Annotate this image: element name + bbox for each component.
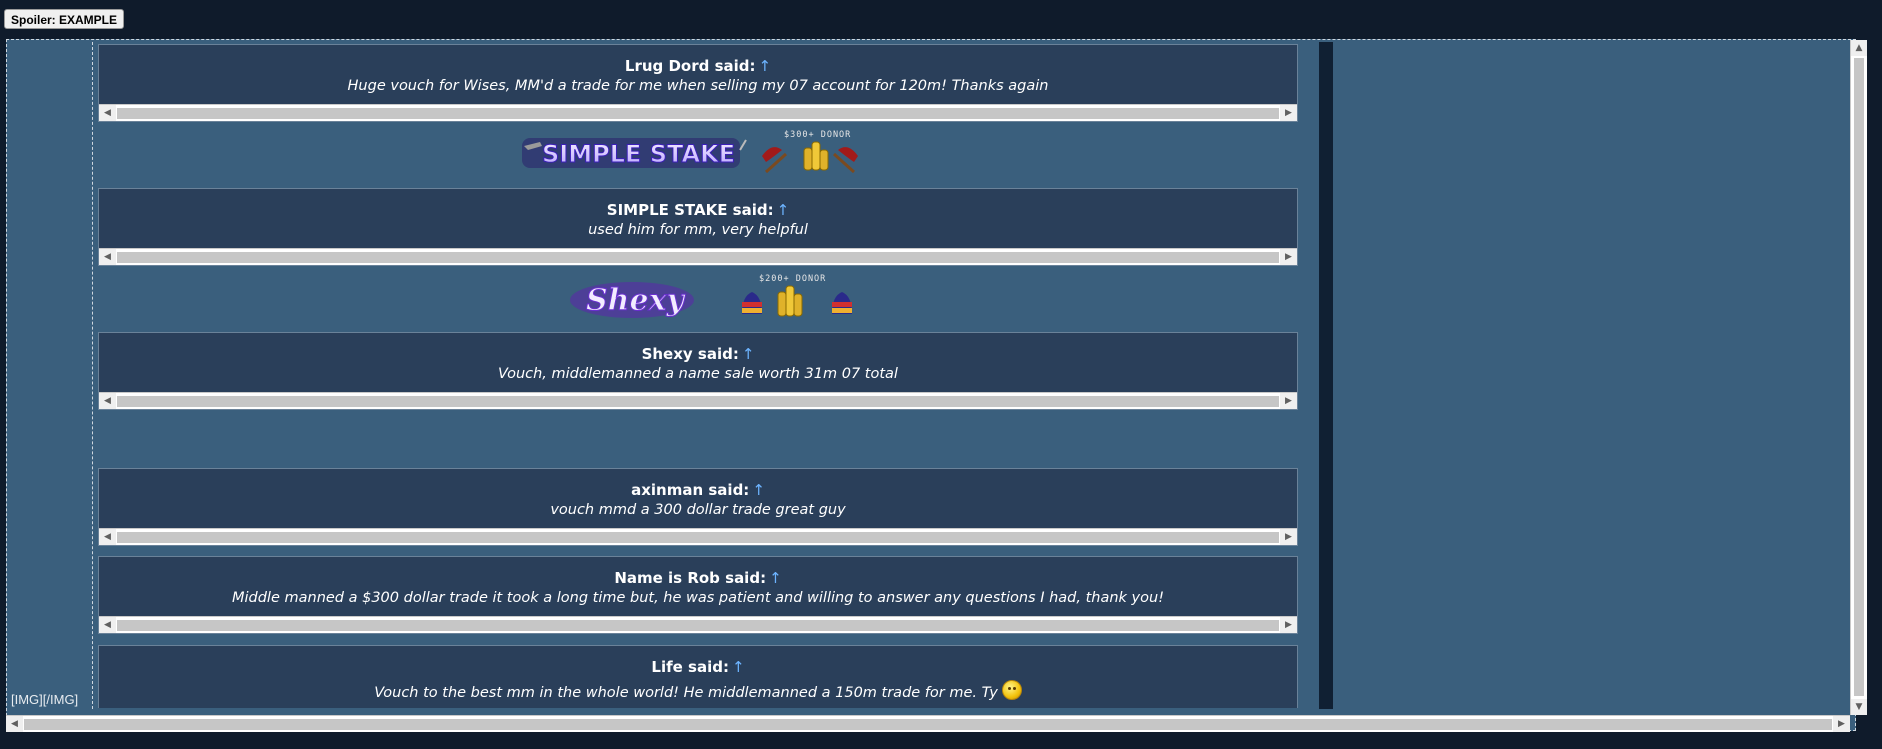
svg-text:Shexy: Shexy	[586, 283, 686, 318]
partyhat-icon	[742, 292, 762, 314]
signature-shexy: Shexy $200+ DONOR	[566, 272, 856, 322]
scroll-left-icon[interactable]: ◀	[99, 249, 116, 265]
signature-simple-stake: SIMPLE STAKE $300+ DONOR	[518, 128, 883, 178]
scroll-left-icon[interactable]: ◀	[99, 529, 116, 545]
quote-scrollbar[interactable]: ◀ ▶	[99, 248, 1297, 265]
scroll-left-icon[interactable]: ◀	[99, 393, 116, 409]
panel-edge	[1319, 42, 1333, 709]
scroll-thumb[interactable]	[117, 108, 1279, 119]
scroll-down-icon[interactable]: ▼	[1851, 699, 1867, 715]
scroll-up-icon[interactable]: ▲	[1851, 40, 1867, 56]
quote-author: Lrug Dord said:	[624, 57, 756, 75]
coin-stack-icon	[777, 285, 803, 317]
quote-block: Life said: ↑ Vouch to the best mm in the …	[98, 645, 1298, 708]
vertical-scrollbar[interactable]: ▲ ▼	[1850, 40, 1867, 715]
quote-scrollbar[interactable]: ◀ ▶	[99, 528, 1297, 545]
quote-block: axinman said: ↑ vouch mmd a 300 dollar tr…	[98, 468, 1298, 546]
partyhat-icon	[832, 292, 852, 314]
arrow-up-icon[interactable]: ↑	[769, 569, 782, 587]
spoiler-toggle-button[interactable]: Spoiler: EXAMPLE	[4, 9, 125, 29]
scroll-right-icon[interactable]: ▶	[1280, 105, 1297, 121]
scroll-left-icon[interactable]: ◀	[99, 617, 116, 633]
scroll-left-icon[interactable]: ◀	[6, 716, 23, 732]
donor-label: $300+ DONOR	[784, 130, 852, 140]
arrow-up-icon[interactable]: ↑	[742, 345, 755, 363]
quote-scrollbar[interactable]: ◀ ▶	[99, 392, 1297, 409]
arrow-up-icon[interactable]: ↑	[752, 481, 765, 499]
scroll-thumb[interactable]	[117, 396, 1279, 407]
quote-text: Vouch to the best mm in the whole world!…	[374, 685, 998, 701]
scroll-right-icon[interactable]: ▶	[1280, 617, 1297, 633]
quote-block: Name is Rob said: ↑ Middle manned a $300 …	[98, 556, 1298, 634]
arrow-up-icon[interactable]: ↑	[777, 201, 790, 219]
smile-emoji-icon	[1001, 680, 1022, 700]
quote-block: SIMPLE STAKE said: ↑ used him for mm, ver…	[98, 188, 1298, 266]
quote-block: Lrug Dord said: ↑ Huge vouch for Wises, M…	[98, 44, 1298, 122]
quote-author: Name is Rob said:	[614, 569, 767, 587]
scroll-thumb[interactable]	[1854, 58, 1864, 696]
quote-text: used him for mm, very helpful	[588, 222, 808, 238]
quote-author: Shexy said:	[641, 345, 739, 363]
donor-label: $200+ DONOR	[759, 274, 827, 284]
svg-text:SIMPLE STAKE: SIMPLE STAKE	[542, 140, 735, 168]
quote-text: vouch mmd a 300 dollar trade great guy	[550, 502, 846, 518]
quote-author: Life said:	[651, 658, 729, 676]
quote-text: Middle manned a $300 dollar trade it too…	[231, 590, 1165, 606]
quote-block: Shexy said: ↑ Vouch, middlemanned a name …	[98, 332, 1298, 410]
quote-text: Vouch, middlemanned a name sale worth 31…	[498, 366, 898, 382]
quote-scrollbar[interactable]: ◀ ▶	[99, 616, 1297, 633]
scroll-thumb[interactable]	[24, 719, 1832, 730]
scroll-thumb[interactable]	[117, 252, 1279, 263]
quote-author: axinman said:	[631, 481, 750, 499]
coin-stack-icon	[803, 141, 829, 171]
quote-author: SIMPLE STAKE said:	[606, 201, 774, 219]
scroll-right-icon[interactable]: ▶	[1833, 716, 1850, 732]
axe-icon	[832, 147, 858, 174]
scroll-left-icon[interactable]: ◀	[99, 105, 116, 121]
axe-icon	[762, 147, 788, 174]
quote-scrollbar[interactable]: ◀ ▶	[99, 104, 1297, 121]
arrow-up-icon[interactable]: ↑	[759, 57, 772, 75]
img-bbcode-text: [IMG][/IMG]	[11, 692, 79, 707]
horizontal-scrollbar[interactable]: ◀ ▶	[6, 715, 1850, 732]
scroll-right-icon[interactable]: ▶	[1280, 249, 1297, 265]
scroll-right-icon[interactable]: ▶	[1280, 393, 1297, 409]
arrow-up-icon[interactable]: ↑	[732, 658, 745, 676]
scroll-thumb[interactable]	[117, 620, 1279, 631]
scroll-thumb[interactable]	[117, 532, 1279, 543]
scroll-right-icon[interactable]: ▶	[1280, 529, 1297, 545]
quote-text: Huge vouch for Wises, MM'd a trade for m…	[347, 78, 1049, 94]
